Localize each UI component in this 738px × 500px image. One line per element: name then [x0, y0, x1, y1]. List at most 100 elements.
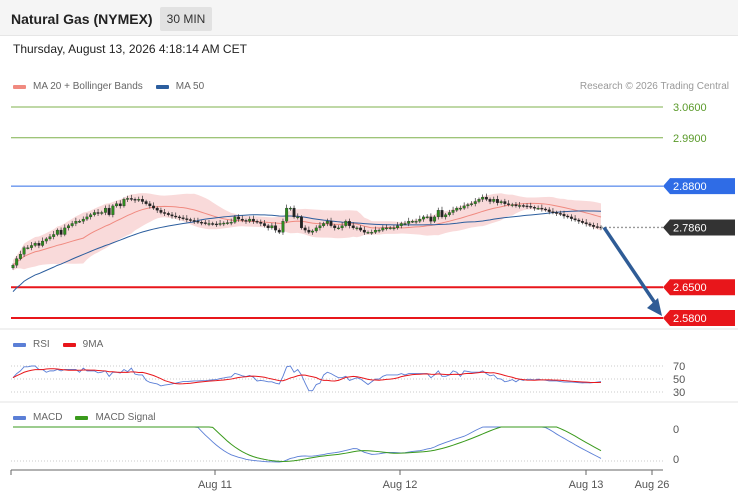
candle-bullish: [137, 199, 141, 201]
candle-bullish: [388, 227, 392, 230]
candle-bearish: [259, 222, 263, 224]
candle-bullish: [104, 207, 107, 213]
candle-bullish: [55, 229, 59, 235]
rsi-tick-label: 70: [673, 361, 685, 373]
candle-bearish: [440, 210, 444, 218]
candle-bullish: [63, 227, 67, 235]
candle-bullish: [499, 201, 503, 203]
price-chart[interactable]: 3.0600 2.9900 2.8800 2.6500 2.5800 2.7860 7050…: [0, 0, 738, 500]
x-axis-tick-label: Aug 12: [383, 479, 418, 491]
candle-bullish: [126, 198, 130, 200]
candle-bearish: [514, 204, 518, 207]
candle-bullish: [477, 199, 481, 202]
candle-bullish: [85, 216, 89, 220]
candle-bullish: [403, 223, 407, 225]
candle-bearish: [148, 203, 152, 207]
candle-bullish: [396, 225, 400, 229]
candle-bearish: [152, 205, 155, 209]
candle-bearish: [555, 212, 559, 214]
candle-bullish: [355, 227, 359, 230]
level-label-support: 2.6500: [673, 282, 707, 294]
candle-bullish: [41, 240, 45, 246]
candle-bullish: [92, 212, 96, 215]
candle-bullish: [459, 207, 462, 210]
candle-bearish: [255, 221, 259, 223]
candle-bearish: [118, 203, 122, 207]
rsi-tick-label: 50: [673, 374, 685, 386]
level-label-resistance: 2.8800: [673, 181, 707, 193]
candle-bullish: [233, 216, 237, 223]
candle-bullish: [296, 216, 300, 219]
x-axis-tick-label: Aug 13: [569, 479, 604, 491]
candle-bearish: [562, 214, 566, 217]
candle-bullish: [470, 203, 474, 205]
candle-bearish: [166, 213, 170, 215]
candle-bearish: [532, 207, 536, 209]
candle-bearish: [588, 223, 592, 226]
level-label-target: 3.0600: [673, 102, 707, 114]
candle-bullish: [414, 221, 418, 223]
candle-bearish: [129, 198, 133, 200]
candle-bullish: [281, 221, 285, 233]
candle-bearish: [96, 212, 100, 214]
candle-bullish: [455, 207, 459, 211]
candle-bullish: [311, 230, 314, 233]
candle-bullish: [510, 204, 514, 206]
candle-bullish: [270, 225, 274, 229]
candle-bearish: [362, 229, 366, 233]
candle-bullish: [18, 254, 22, 259]
candle-bearish: [573, 218, 577, 221]
candle-bearish: [484, 196, 488, 200]
candle-bearish: [577, 219, 581, 222]
x-axis-tick-label: Aug 11: [198, 479, 232, 491]
candle-bearish: [507, 203, 510, 205]
candle-bearish: [584, 222, 588, 225]
candle-bearish: [525, 205, 529, 208]
candle-bullish: [22, 247, 26, 255]
candle-bullish: [67, 225, 70, 229]
candle-bearish: [333, 225, 337, 229]
candle-bullish: [226, 222, 229, 224]
candle-bearish: [177, 216, 181, 219]
macd-line: [13, 426, 602, 463]
candle-bearish: [189, 219, 192, 221]
level-label-support: 2.5800: [673, 313, 707, 325]
candle-bullish: [81, 218, 85, 222]
candle-bullish: [26, 247, 30, 249]
candle-bullish: [492, 199, 496, 202]
candle-bearish: [329, 221, 333, 226]
candle-bearish: [300, 216, 303, 229]
candle-bullish: [70, 223, 74, 226]
candle-bearish: [214, 223, 218, 226]
candle-bearish: [211, 223, 215, 225]
candle-bullish: [89, 214, 93, 218]
candle-bullish: [48, 236, 52, 240]
candle-bearish: [547, 209, 551, 212]
candle-bearish: [348, 221, 351, 226]
candle-bearish: [244, 220, 248, 222]
rsi-line: [12, 365, 602, 392]
candle-bearish: [140, 199, 144, 202]
candle-bearish: [266, 225, 270, 229]
candle-bearish: [59, 229, 63, 235]
candle-bearish: [544, 208, 547, 211]
candle-bearish: [569, 216, 573, 219]
candle-bearish: [292, 207, 296, 218]
candle-bearish: [551, 211, 555, 213]
candle-bullish: [52, 234, 56, 237]
macd-tick-label: 0: [673, 424, 679, 436]
candle-bearish: [496, 199, 499, 203]
candle-bullish: [410, 221, 414, 223]
candle-bearish: [359, 227, 363, 231]
candle-bullish: [30, 245, 33, 248]
candle-bullish: [425, 216, 429, 219]
candle-bullish: [318, 225, 322, 229]
candle-bullish: [115, 203, 118, 207]
candle-bearish: [277, 229, 281, 233]
candle-bullish: [518, 205, 522, 207]
candle-bearish: [488, 199, 492, 202]
candle-bullish: [370, 232, 374, 234]
candle-bearish: [429, 216, 433, 222]
candle-bullish: [285, 207, 289, 222]
candle-bullish: [344, 221, 348, 226]
